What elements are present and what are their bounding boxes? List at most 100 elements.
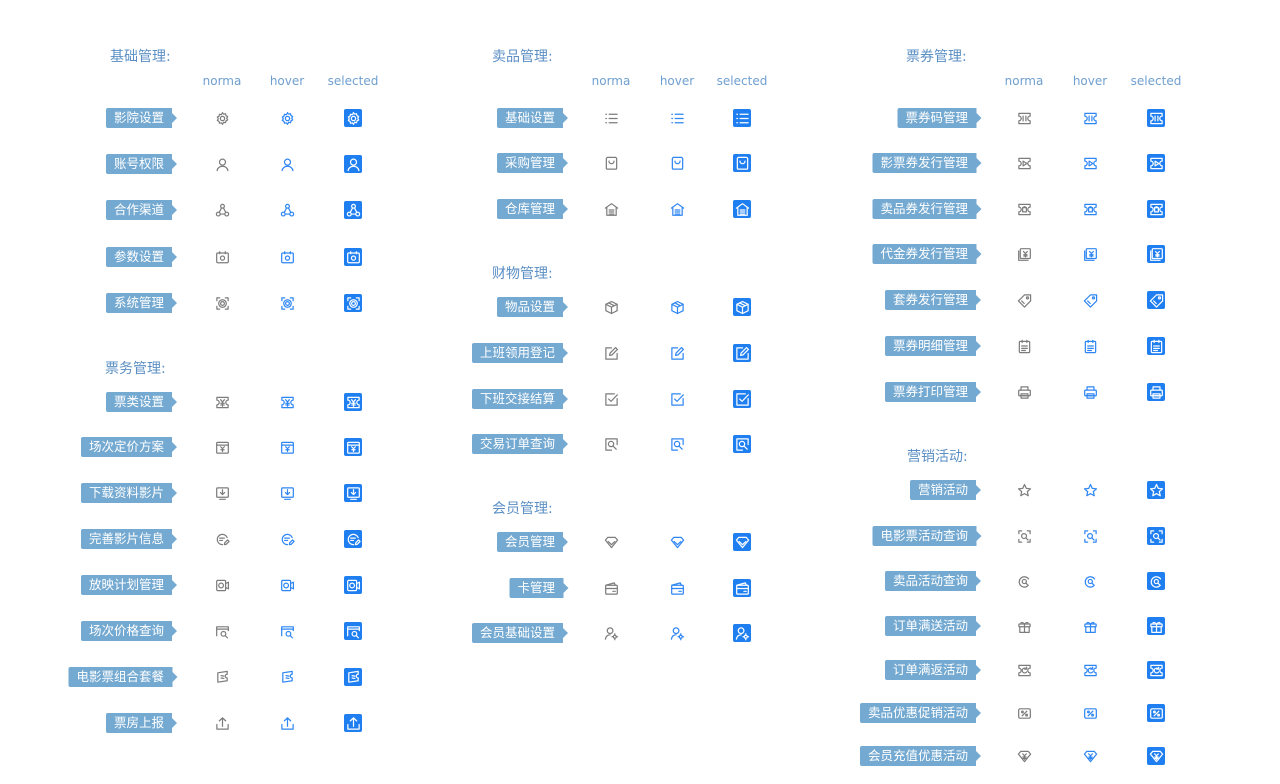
- refund-ticket-icon: [1147, 661, 1165, 679]
- combo-ticket-icon: [344, 668, 362, 686]
- goods-search-icon: [1015, 572, 1033, 590]
- warehouse-icon: [668, 200, 686, 218]
- module-label-tag: 基础设置: [496, 108, 569, 128]
- module-label-tag: 参数设置: [105, 247, 178, 267]
- goods-coupon-icon: [1081, 200, 1099, 218]
- user-icon: [278, 155, 296, 173]
- goods-coupon-icon: [1015, 200, 1033, 218]
- price-search-icon: [278, 622, 296, 640]
- combo-ticket-icon: [278, 668, 296, 686]
- clipboard-icon: [1015, 337, 1033, 355]
- combo-ticket-icon: [213, 668, 231, 686]
- user-icon: [213, 155, 231, 173]
- diamond-icon: [733, 533, 751, 551]
- module-label-tag: 系统管理: [105, 293, 178, 313]
- state-header-hover: hover: [659, 74, 695, 88]
- projector-icon: [344, 576, 362, 594]
- edit-square-icon: [668, 344, 686, 362]
- module-label-tag: 场次价格查询: [80, 621, 178, 641]
- goods-search-icon: [1147, 572, 1165, 590]
- voucher-icon: [1081, 245, 1099, 263]
- box-icon: [733, 298, 751, 316]
- gear-icon: [278, 109, 296, 127]
- voucher-icon: [1015, 245, 1033, 263]
- section-title: 票务管理:: [105, 361, 166, 377]
- film-coupon-icon: [1015, 154, 1033, 172]
- settings-panel-icon: [213, 248, 231, 266]
- module-label-tag: 放映计划管理: [80, 575, 178, 595]
- goods-coupon-icon: [1147, 200, 1165, 218]
- system-gear-icon: [278, 294, 296, 312]
- module-label-tag: 影院设置: [105, 108, 178, 128]
- module-label-tag: 卖品活动查询: [884, 571, 982, 591]
- module-label-tag: 交易订单查询: [471, 434, 569, 454]
- module-label-tag: 会员管理: [496, 532, 569, 552]
- edit-film-icon: [278, 530, 296, 548]
- printer-icon: [1147, 383, 1165, 401]
- section-title: 营销活动:: [907, 449, 968, 465]
- tag-icon: [1147, 291, 1165, 309]
- upload-icon: [278, 714, 296, 732]
- shopping-bag-icon: [602, 154, 620, 172]
- module-label-tag: 票券打印管理: [884, 382, 982, 402]
- diamond-icon: [668, 533, 686, 551]
- download-film-icon: [213, 484, 231, 502]
- star-icon: [1015, 481, 1033, 499]
- film-coupon-icon: [1147, 154, 1165, 172]
- search-square-icon: [602, 435, 620, 453]
- edit-square-icon: [602, 344, 620, 362]
- module-label-tag: 卡管理: [509, 578, 568, 598]
- share-nodes-icon: [344, 201, 362, 219]
- search-square-icon: [668, 435, 686, 453]
- state-header-selected: selected: [1130, 74, 1182, 88]
- wallet-card-icon: [602, 579, 620, 597]
- module-label-tag: 票类设置: [105, 392, 178, 412]
- upload-icon: [344, 714, 362, 732]
- member-discount-icon: [1147, 747, 1165, 765]
- warehouse-icon: [733, 200, 751, 218]
- member-settings-icon: [733, 624, 751, 642]
- module-label-tag: 账号权限: [105, 154, 178, 174]
- tag-icon: [1015, 291, 1033, 309]
- upload-icon: [213, 714, 231, 732]
- ticket-yen-icon: [278, 393, 296, 411]
- gear-icon: [213, 109, 231, 127]
- check-square-icon: [602, 390, 620, 408]
- module-label-tag: 会员充值优惠活动: [859, 746, 982, 766]
- film-search-icon: [1081, 527, 1099, 545]
- module-label-tag: 下班交接结算: [471, 389, 569, 409]
- module-label-tag: 票券明细管理: [884, 336, 982, 356]
- state-header-hover: hover: [269, 74, 305, 88]
- system-gear-icon: [344, 294, 362, 312]
- module-label-tag: 票房上报: [105, 713, 178, 733]
- section-title: 票券管理:: [906, 49, 967, 65]
- tag-icon: [1081, 291, 1099, 309]
- module-label-tag: 完善影片信息: [80, 529, 178, 549]
- star-icon: [1147, 481, 1165, 499]
- shopping-bag-icon: [668, 154, 686, 172]
- section-title: 基础管理:: [110, 49, 171, 65]
- list-icon: [733, 109, 751, 127]
- box-icon: [602, 298, 620, 316]
- module-label-tag: 套券发行管理: [884, 290, 982, 310]
- module-label-tag: 采购管理: [496, 153, 569, 173]
- module-label-tag: 合作渠道: [105, 200, 178, 220]
- box-icon: [668, 298, 686, 316]
- search-square-icon: [733, 435, 751, 453]
- state-header-selected: selected: [716, 74, 768, 88]
- gift-icon: [1081, 617, 1099, 635]
- member-settings-icon: [602, 624, 620, 642]
- diamond-icon: [602, 533, 620, 551]
- shopping-bag-icon: [733, 154, 751, 172]
- discount-icon: [1015, 704, 1033, 722]
- settings-panel-icon: [344, 248, 362, 266]
- settings-panel-icon: [278, 248, 296, 266]
- ticket-yen-icon: [213, 393, 231, 411]
- gift-icon: [1015, 617, 1033, 635]
- system-gear-icon: [213, 294, 231, 312]
- module-label-tag: 下载资料影片: [80, 483, 178, 503]
- module-label-tag: 场次定价方案: [80, 437, 178, 457]
- price-plan-icon: [278, 438, 296, 456]
- projector-icon: [213, 576, 231, 594]
- price-search-icon: [344, 622, 362, 640]
